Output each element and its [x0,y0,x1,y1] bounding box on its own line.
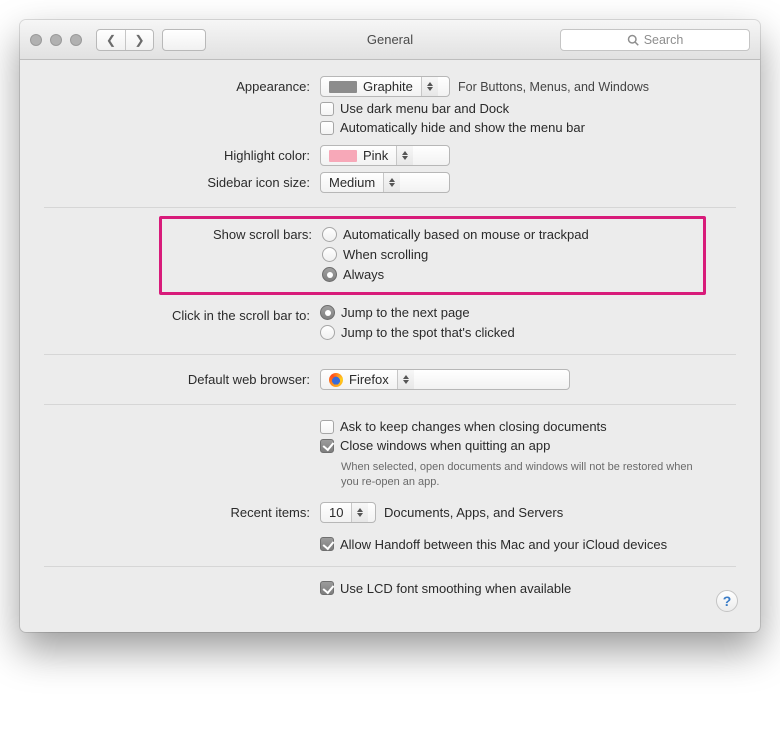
appearance-label: Appearance: [44,76,320,94]
close-windows-checkbox[interactable]: Close windows when quitting an app [320,438,736,453]
nav-back-forward[interactable]: ❮ ❯ [96,29,154,51]
jump-next-page-radio[interactable]: Jump to the next page [320,305,736,320]
ask-keep-label: Ask to keep changes when closing documen… [340,419,607,434]
stepper-arrows-icon [383,173,400,192]
handoff-label: Allow Handoff between this Mac and your … [340,537,667,552]
checkbox-icon [320,102,334,116]
handoff-checkbox[interactable]: Allow Handoff between this Mac and your … [320,537,736,552]
close-windows-note: When selected, open documents and window… [341,460,711,490]
checkbox-icon [320,420,334,434]
checkbox-icon [320,537,334,551]
radio-icon [320,305,335,320]
lcd-label: Use LCD font smoothing when available [340,581,571,596]
scroll-auto-radio[interactable]: Automatically based on mouse or trackpad [322,227,691,242]
zoom-window-button[interactable] [70,34,82,46]
search-field[interactable]: Search [560,29,750,51]
toolbar: ❮ ❯ General Search [20,20,760,60]
recent-suffix: Documents, Apps, and Servers [384,505,563,520]
window-controls [30,34,82,46]
ask-keep-changes-checkbox[interactable]: Ask to keep changes when closing documen… [320,419,736,434]
close-window-button[interactable] [30,34,42,46]
lcd-font-smoothing-checkbox[interactable]: Use LCD font smoothing when available [320,581,736,596]
recent-items-select[interactable]: 10 [320,502,376,523]
jump-spot-radio[interactable]: Jump to the spot that's clicked [320,325,736,340]
dark-menu-checkbox[interactable]: Use dark menu bar and Dock [320,101,736,116]
sidebar-size-select[interactable]: Medium [320,172,450,193]
browser-label: Default web browser: [44,369,320,387]
default-browser-select[interactable]: Firefox [320,369,570,390]
divider [44,566,736,567]
auto-hide-menubar-checkbox[interactable]: Automatically hide and show the menu bar [320,120,736,135]
appearance-swatch [329,81,357,93]
sidebar-size-label: Sidebar icon size: [44,172,320,190]
checkbox-icon [320,581,334,595]
content: Appearance: Graphite For Buttons, Menus,… [20,60,760,632]
stepper-arrows-icon [396,146,413,165]
divider [44,354,736,355]
checkbox-icon [320,439,334,453]
search-placeholder: Search [644,33,684,47]
minimize-window-button[interactable] [50,34,62,46]
scroll-bars-highlight: Show scroll bars: Automatically based on… [159,216,706,295]
back-button[interactable]: ❮ [97,30,125,50]
help-button[interactable]: ? [716,590,738,612]
scroll-scrolling-label: When scrolling [343,247,428,262]
highlight-label: Highlight color: [44,145,320,163]
jump-spot-label: Jump to the spot that's clicked [341,325,515,340]
sidebar-size-value: Medium [329,175,375,190]
close-windows-label: Close windows when quitting an app [340,438,550,453]
recent-value: 10 [329,505,343,520]
stepper-arrows-icon [351,503,368,522]
highlight-swatch [329,150,357,162]
browser-value: Firefox [349,372,389,387]
divider [44,207,736,208]
divider [44,404,736,405]
scroll-auto-label: Automatically based on mouse or trackpad [343,227,589,242]
show-all-button[interactable] [162,29,206,51]
highlight-value: Pink [363,148,388,163]
dark-menu-label: Use dark menu bar and Dock [340,101,509,116]
preferences-window: ❮ ❯ General Search Appearance: [20,20,760,632]
recent-label: Recent items: [44,502,320,520]
stepper-arrows-icon [397,370,414,389]
appearance-select[interactable]: Graphite [320,76,450,97]
auto-hide-label: Automatically hide and show the menu bar [340,120,585,135]
forward-button[interactable]: ❯ [125,30,153,50]
highlight-color-select[interactable]: Pink [320,145,450,166]
search-icon [627,34,639,46]
help-icon: ? [723,593,732,609]
radio-icon [322,267,337,282]
radio-icon [322,227,337,242]
scroll-always-label: Always [343,267,384,282]
stepper-arrows-icon [421,77,438,96]
scroll-bars-label: Show scroll bars: [174,227,322,242]
firefox-icon [329,373,343,387]
jump-next-page-label: Jump to the next page [341,305,470,320]
scroll-scrolling-radio[interactable]: When scrolling [322,247,691,262]
radio-icon [322,247,337,262]
click-scroll-label: Click in the scroll bar to: [44,305,320,323]
checkbox-icon [320,121,334,135]
radio-icon [320,325,335,340]
appearance-value: Graphite [363,79,413,94]
scroll-always-radio[interactable]: Always [322,267,691,282]
appearance-note: For Buttons, Menus, and Windows [458,80,649,94]
